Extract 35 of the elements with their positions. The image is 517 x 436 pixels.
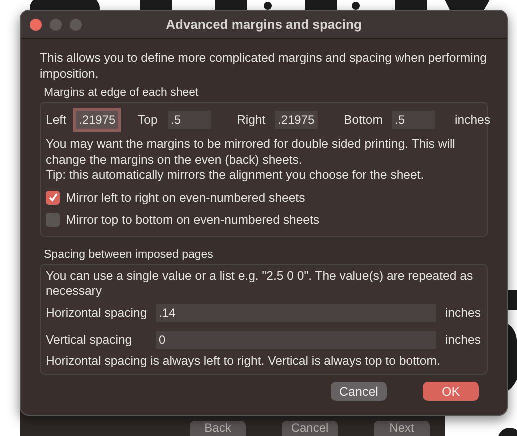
window-title: Advanced margins and spacing bbox=[165, 17, 363, 32]
field-label: Left bbox=[46, 113, 68, 127]
field-label: Top bbox=[138, 113, 159, 127]
unit-label: inches bbox=[455, 113, 491, 127]
field-label: Horizontal spacing bbox=[46, 306, 148, 320]
group-title: Spacing between imposed pages bbox=[44, 248, 214, 260]
background-button[interactable]: Next bbox=[374, 421, 430, 436]
checkbox-label: Mirror top to bottom on even-numbered sheets bbox=[66, 212, 320, 226]
input-field[interactable]: .5 bbox=[392, 111, 435, 129]
ok-button[interactable]: OK bbox=[423, 382, 479, 401]
zoom-button[interactable] bbox=[70, 18, 82, 30]
input-field[interactable]: .5 bbox=[168, 111, 211, 129]
input-field[interactable]: .21975 bbox=[275, 111, 318, 129]
close-button[interactable] bbox=[30, 18, 42, 30]
group-title: Margins at edge of each sheet bbox=[44, 87, 200, 99]
tip-text: Tip: this automatically mirrors the alignment you choose for the sheet. bbox=[46, 168, 426, 184]
note-text: You may want the margins to be mirrored for double sided printing. This will change the margins on the even (back) sheets. bbox=[46, 137, 456, 168]
field-label: Right bbox=[237, 113, 267, 127]
input-field[interactable]: .21975 bbox=[76, 111, 118, 129]
footer-text: Horizontal spacing is always left to right. Vertical is always top to bottom. bbox=[46, 354, 442, 369]
background-button[interactable]: Back bbox=[190, 421, 246, 436]
intro-text: This allows you to define more complicated margins and spacing when performing imposition. bbox=[40, 51, 488, 82]
background-button[interactable]: Cancel bbox=[282, 421, 338, 436]
minimize-button[interactable] bbox=[50, 18, 62, 30]
checkbox[interactable] bbox=[46, 212, 60, 226]
cancel-button[interactable]: Cancel bbox=[331, 382, 387, 401]
checkbox[interactable] bbox=[46, 190, 60, 204]
unit-label: inches bbox=[445, 333, 481, 347]
unit-label: inches bbox=[445, 306, 481, 320]
checkbox-label: Mirror left to right on even-numbered sheets bbox=[66, 190, 306, 204]
note-text: You can use a single value or a list e.g. "2.5 0 0". The value(s) are repeated as necessary bbox=[46, 268, 474, 300]
field-label: Vertical spacing bbox=[46, 333, 134, 347]
field-label: Bottom bbox=[344, 113, 384, 127]
input-field[interactable]: 0 bbox=[156, 331, 436, 349]
input-field[interactable]: .14 bbox=[156, 304, 436, 322]
